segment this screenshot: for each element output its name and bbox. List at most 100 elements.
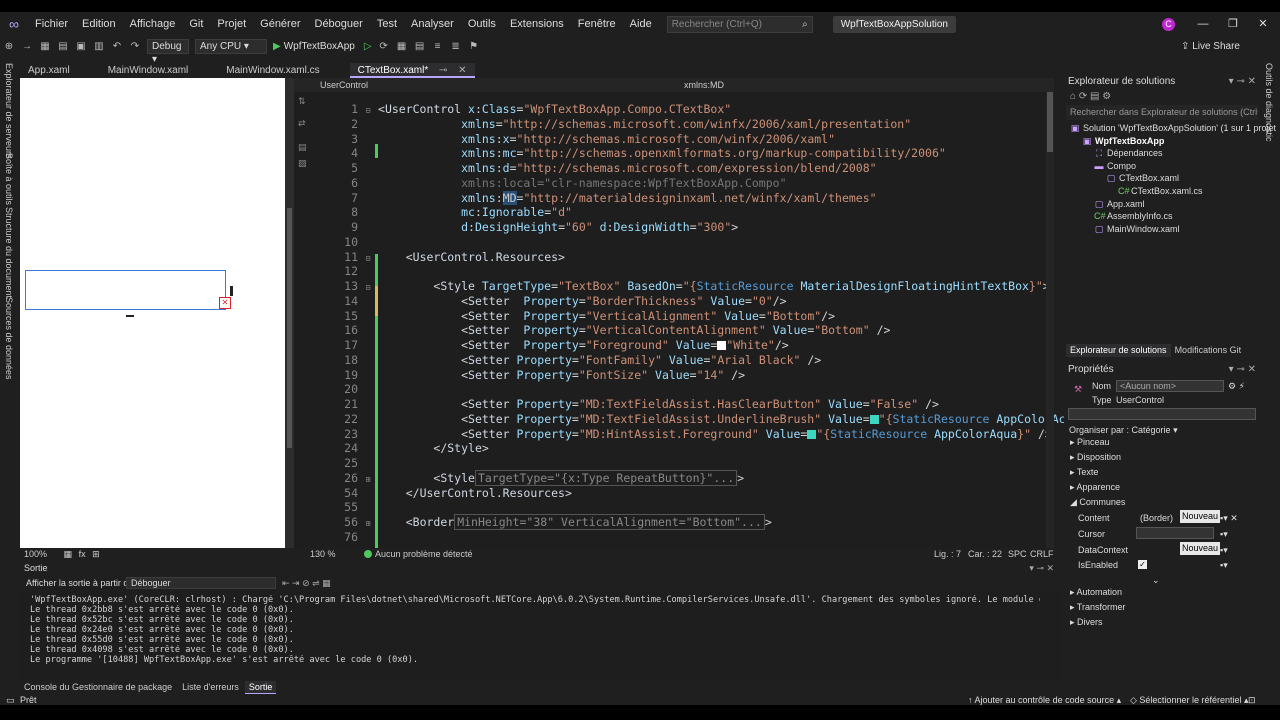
tree-item[interactable]: C#CTextBox.xaml.cs bbox=[1118, 185, 1203, 198]
cursor-dropdown[interactable] bbox=[1136, 527, 1214, 539]
editor-vertical-scrollbar[interactable] bbox=[1046, 92, 1054, 548]
collapse-pane-icon[interactable]: ▨ bbox=[298, 158, 307, 169]
menu-item[interactable]: Fenêtre bbox=[571, 12, 623, 36]
visual-studio-logo-icon[interactable]: ∞ bbox=[0, 12, 28, 36]
editor-zoom[interactable]: 130 % bbox=[310, 548, 336, 560]
menu-item[interactable]: Projet bbox=[210, 12, 253, 36]
tab-close-icon[interactable]: ✕ bbox=[458, 65, 466, 76]
start-debug-button[interactable]: WpfTextBoxApp bbox=[284, 41, 355, 52]
datacontext-new-button[interactable]: Nouveau bbox=[1180, 542, 1221, 555]
tree-item[interactable]: ▬ Compo bbox=[1094, 160, 1137, 173]
new-project-icon[interactable]: ▦ bbox=[36, 41, 54, 52]
swap-panes-icon[interactable]: ⇅ bbox=[298, 96, 306, 107]
close-icon[interactable]: ✕ bbox=[1248, 12, 1278, 36]
code-line[interactable]: 4 xmlns:mc="http://schemas.openxmlformat… bbox=[324, 146, 1054, 160]
redo-icon[interactable]: ↷ bbox=[126, 41, 144, 52]
menu-item[interactable]: Générer bbox=[253, 12, 307, 36]
document-outline-tab[interactable]: Structure du document bbox=[4, 207, 14, 298]
designer-textbox-preview[interactable]: ✕ bbox=[25, 270, 231, 317]
tree-item[interactable]: ▢ MainWindow.xaml bbox=[1094, 223, 1180, 236]
code-line[interactable]: 9 d:DesignHeight="60" d:DesignWidth="300… bbox=[324, 220, 1054, 234]
code-line[interactable]: 17 <Setter Property="Foreground" Value= "… bbox=[324, 338, 1054, 352]
output-text[interactable]: 'WpfTextBoxApp.exe' (CoreCLR: clrhost) :… bbox=[20, 591, 1060, 665]
toolbar-tool-icon-2[interactable]: ▤ bbox=[411, 41, 429, 52]
problems-indicator[interactable]: Aucun problème détecté bbox=[364, 548, 473, 560]
expand-more-icon[interactable]: ⌄ bbox=[1152, 574, 1160, 586]
menu-item[interactable]: Extensions bbox=[503, 12, 571, 36]
output-panel-controls-icon[interactable]: ▾ ⊸ ✕ bbox=[1029, 562, 1054, 575]
code-line[interactable]: 1 ⊟ <UserControl x:Class="WpfTextBoxApp.Co… bbox=[324, 102, 1054, 116]
properties-panel-controls-icon[interactable]: ▾ ⊸ ✕ bbox=[1229, 362, 1256, 377]
tree-item[interactable]: ⛶ Dépendances bbox=[1094, 147, 1163, 160]
tree-item[interactable]: ▣ Solution 'WpfTextBoxAppSolution' (1 sur… bbox=[1070, 122, 1276, 135]
code-line[interactable]: 11 ⊟ <UserControl.Resources> bbox=[324, 250, 1054, 264]
save-all-icon[interactable]: ▥ bbox=[90, 41, 108, 52]
panel-controls-icon[interactable]: ▾ ⊸ ✕ bbox=[1229, 74, 1256, 89]
line-ending-indicator[interactable]: CRLF bbox=[1030, 548, 1054, 560]
tree-item[interactable]: ▣ WpfTextBoxApp bbox=[1082, 135, 1165, 148]
maximize-icon[interactable]: ❐ bbox=[1218, 12, 1248, 36]
isenabled-property-marker-icon[interactable]: ▪▾ bbox=[1220, 559, 1228, 571]
menu-item[interactable]: Aide bbox=[623, 12, 659, 36]
line-indicator[interactable]: Lig. : 7 bbox=[934, 548, 961, 560]
code-line[interactable]: 24 </Style> bbox=[324, 441, 1054, 455]
notifications-icon[interactable]: ⊡ bbox=[1248, 695, 1256, 705]
property-category[interactable]: ▸ Automation bbox=[1070, 586, 1122, 599]
refresh-icon[interactable]: ⟳ bbox=[1079, 91, 1087, 102]
add-source-control-button[interactable]: ↑ Ajouter au contrôle de code source ▴ bbox=[968, 695, 1121, 705]
navigate-forward-icon[interactable]: → bbox=[18, 41, 36, 52]
code-line[interactable]: 56 ⊞ <Border MinHeight="38" VerticalAlignm… bbox=[324, 514, 1054, 530]
menu-item[interactable]: Déboguer bbox=[308, 12, 370, 36]
code-line[interactable]: 25 bbox=[324, 456, 1054, 470]
code-line[interactable]: 8 mc:Ignorable="d" bbox=[324, 205, 1054, 219]
menu-item[interactable]: Git bbox=[182, 12, 210, 36]
tab-ctextbox-xaml[interactable]: CTextBox.xaml* ⊸ ✕ bbox=[349, 63, 475, 78]
code-line[interactable]: 76 bbox=[324, 530, 1054, 544]
tab-mainwindow-xaml-cs[interactable]: MainWindow.xaml.cs bbox=[218, 63, 327, 78]
menu-item[interactable]: Edition bbox=[75, 12, 123, 36]
property-category[interactable]: ▸ Divers bbox=[1070, 616, 1103, 629]
tab-solution-explorer[interactable]: Explorateur de solutions bbox=[1066, 344, 1171, 357]
xaml-designer-surface[interactable]: ✕ bbox=[20, 78, 285, 548]
start-debug-icon[interactable]: ▶ bbox=[273, 41, 281, 52]
tab-output[interactable]: Sortie bbox=[244, 681, 277, 694]
property-search-input[interactable] bbox=[1068, 408, 1256, 420]
arrange-by-dropdown[interactable]: Organiser par : Catégorie ▾ bbox=[1069, 424, 1178, 436]
pin-icon[interactable]: ⊸ bbox=[439, 65, 447, 76]
code-line[interactable]: 22 <Setter Property="MD:TextFieldAssist.… bbox=[324, 412, 1065, 426]
bookmark-icon[interactable]: ⚑ bbox=[465, 41, 483, 52]
output-source-dropdown[interactable]: Déboguer bbox=[126, 577, 276, 589]
category-common[interactable]: ◢ Communes bbox=[1070, 496, 1125, 509]
whitespace-indicator[interactable]: SPC bbox=[1008, 548, 1027, 560]
content-new-button[interactable]: Nouveau bbox=[1180, 510, 1221, 523]
code-line[interactable]: 16 <Setter Property="VerticalContentAlig… bbox=[324, 323, 1054, 337]
select-repository-button[interactable]: ◇ Sélectionner le référentiel ▴ bbox=[1130, 695, 1249, 705]
grid-icon[interactable]: ▦ bbox=[64, 549, 73, 559]
menu-item[interactable]: Test bbox=[370, 12, 404, 36]
property-category[interactable]: ▸ Transformer bbox=[1070, 601, 1126, 614]
minimize-icon[interactable]: — bbox=[1188, 12, 1218, 36]
code-line[interactable]: 6 xmlns:local="clr-namespace:WpfTextBoxA… bbox=[324, 176, 1054, 190]
split-vertical-icon[interactable]: ▤ bbox=[298, 142, 307, 153]
code-editor[interactable]: UserControl xmlns:MD ⇅ ⇄ ▤ ▨ 1 ⊟ <UserCont… bbox=[294, 78, 1066, 560]
comment-icon[interactable]: ≡ bbox=[429, 41, 447, 52]
collapsed-region[interactable]: TargetType="{x:Type RepeatButton}"... bbox=[474, 469, 738, 486]
code-line[interactable]: 20 bbox=[324, 382, 1054, 396]
code-line[interactable]: 18 <Setter Property="FontFamily" Value="… bbox=[324, 353, 1054, 367]
start-without-debug-icon[interactable]: ▷ bbox=[364, 41, 372, 52]
code-line[interactable]: 15 <Setter Property="VerticalAlignment" … bbox=[324, 309, 1054, 323]
code-line[interactable]: 7 xmlns:MD="http://materialdesigninxaml.… bbox=[324, 190, 1054, 205]
designer-scroll-thumb[interactable] bbox=[287, 208, 292, 448]
toolbar-tool-icon[interactable]: ▦ bbox=[393, 41, 411, 52]
resize-handle[interactable] bbox=[126, 315, 134, 317]
code-line[interactable]: 3 xmlns:x="http://schemas.microsoft.com/… bbox=[324, 132, 1054, 146]
tree-item[interactable]: ▢ CTextBox.xaml bbox=[1106, 172, 1179, 185]
resize-handle-right[interactable] bbox=[230, 286, 233, 296]
designer-scrollbar[interactable] bbox=[285, 78, 294, 548]
property-category[interactable]: ▸ Apparence bbox=[1070, 481, 1120, 494]
hot-reload-icon[interactable]: ⟳ bbox=[375, 41, 393, 52]
search-input[interactable]: Rechercher (Ctrl+Q) ⌕ bbox=[666, 15, 813, 33]
code-line[interactable]: 12 bbox=[324, 264, 1054, 278]
code-line[interactable]: 55 bbox=[324, 500, 1054, 514]
toolbox-tab[interactable]: Boîte à outils bbox=[4, 153, 14, 205]
